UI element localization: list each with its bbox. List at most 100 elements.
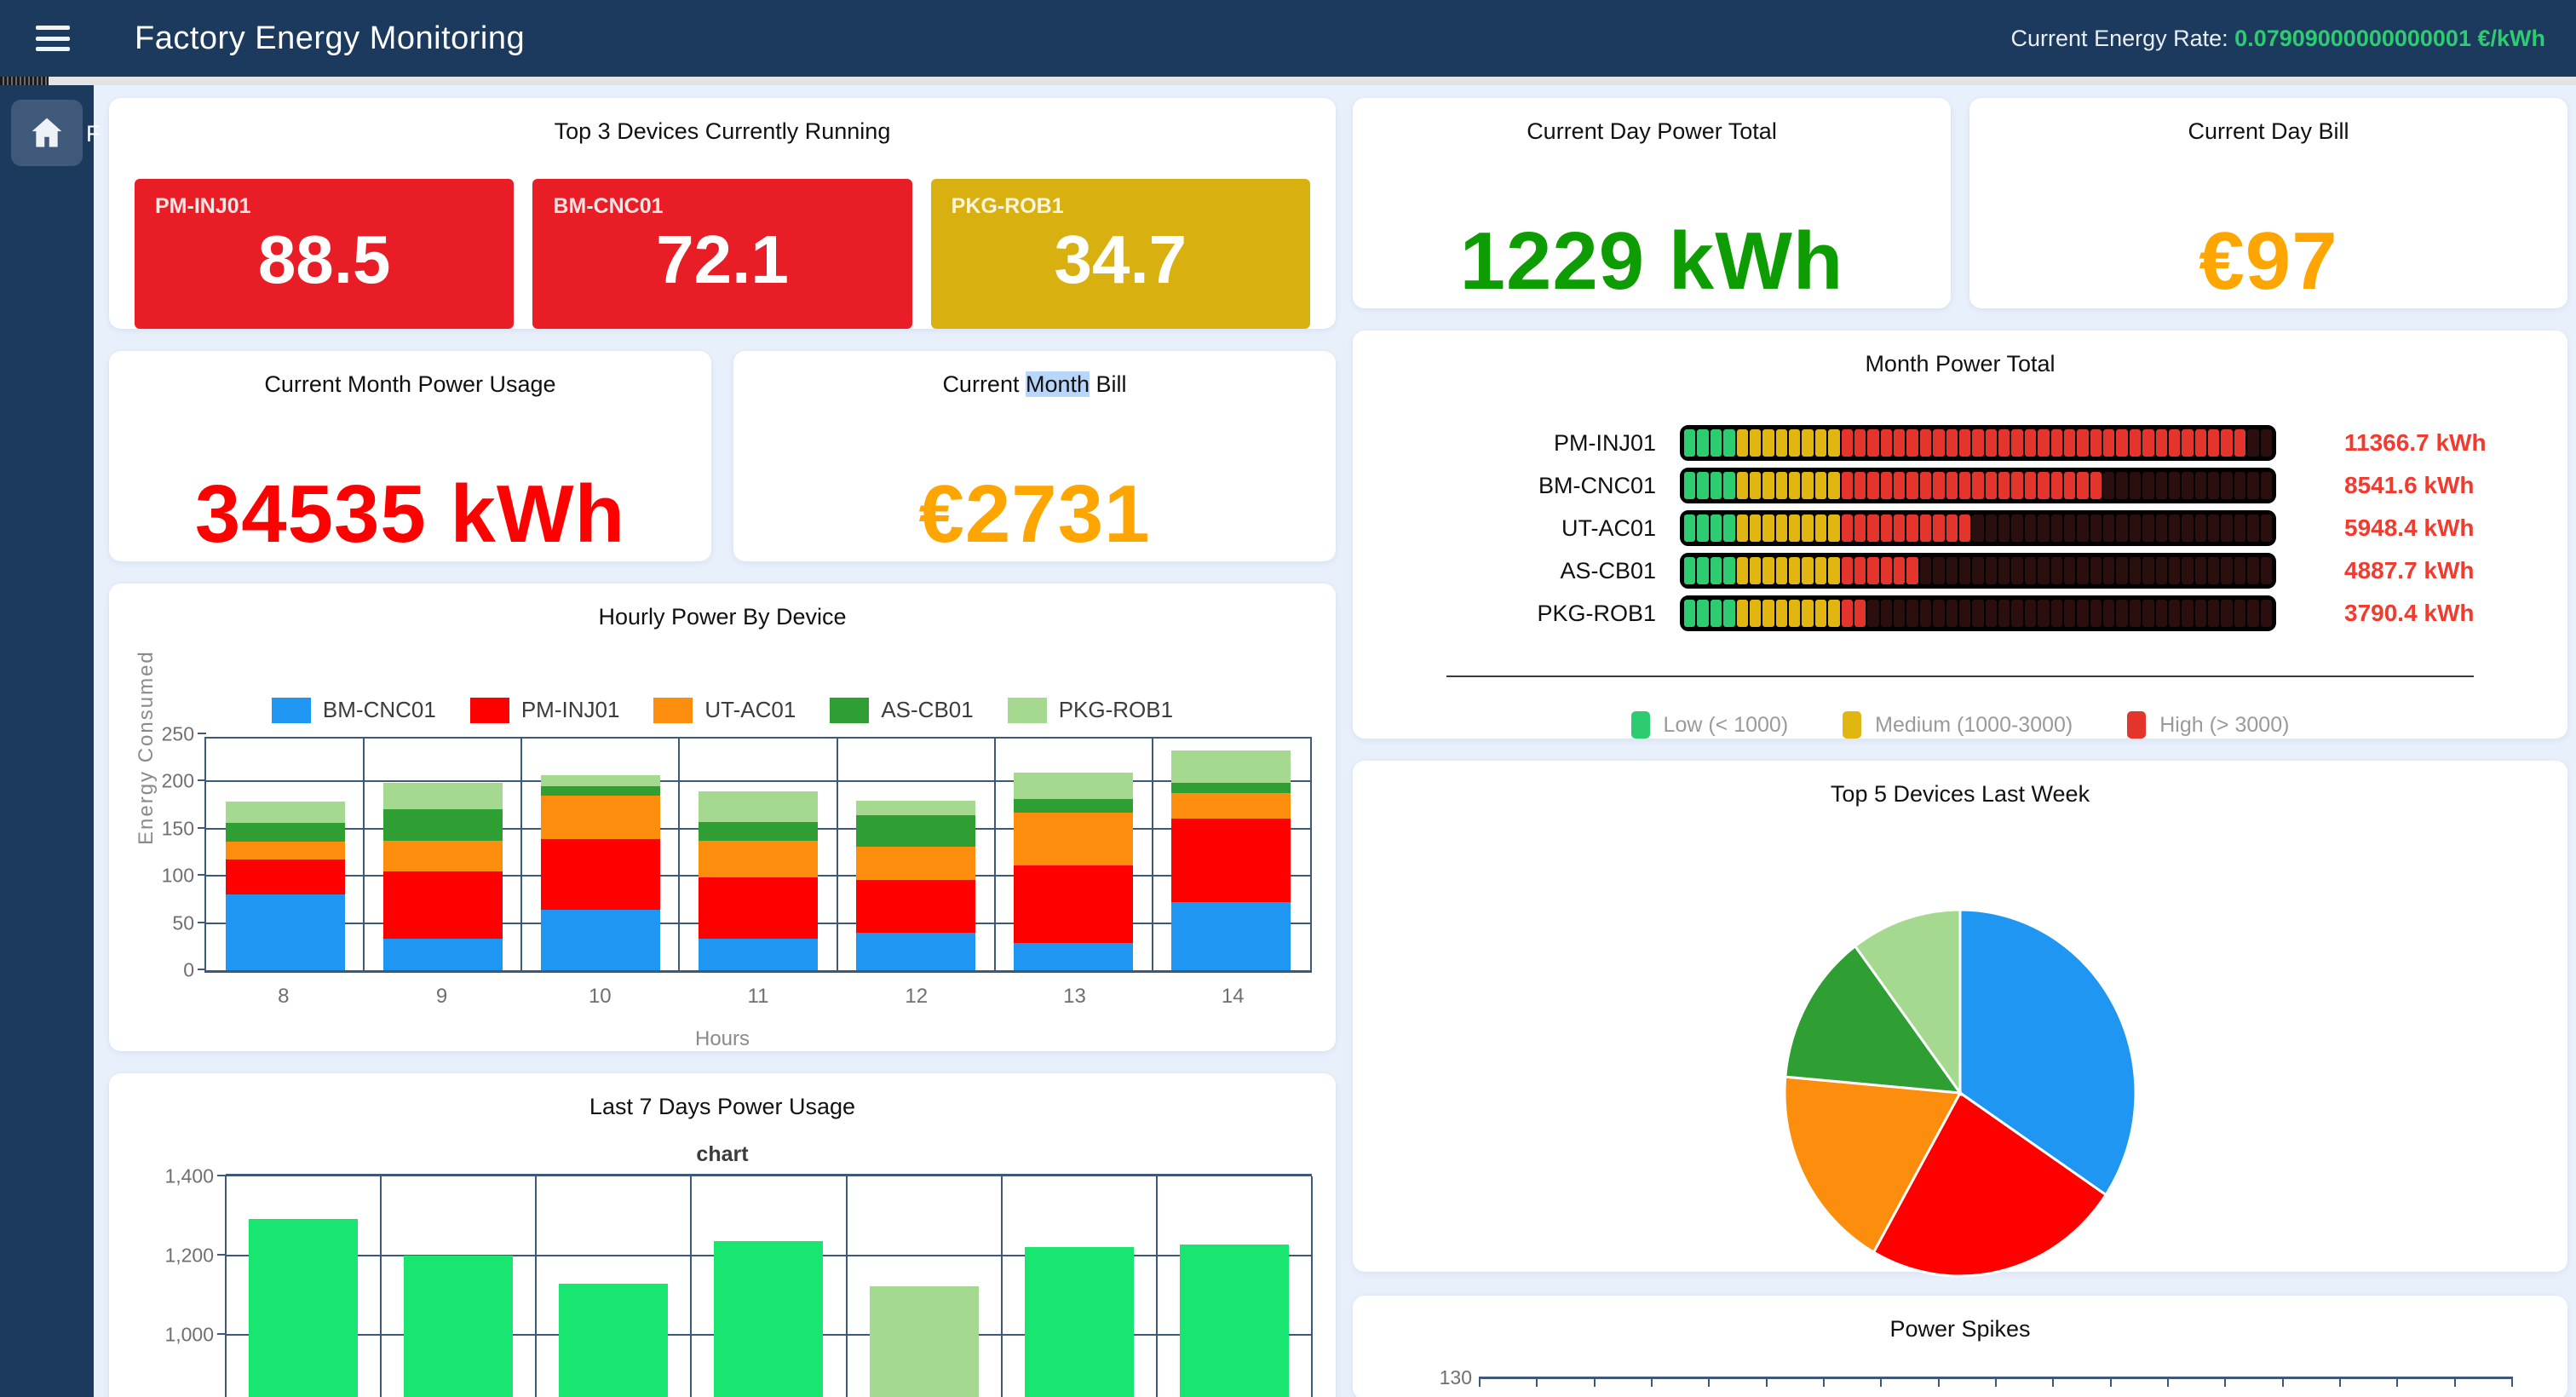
led-cell xyxy=(1946,557,1958,584)
led-cell xyxy=(2130,429,2141,457)
horizontal-scrollbar[interactable] xyxy=(0,77,2576,85)
bar-column xyxy=(995,739,1153,970)
x-tick xyxy=(1708,1378,1710,1387)
device-kwh-value: 8541.6 kWh xyxy=(2344,472,2475,499)
led-cell xyxy=(1920,515,1931,542)
bar-segment-PM-INJ01 xyxy=(856,880,975,933)
led-cell xyxy=(1986,515,1997,542)
led-cell xyxy=(1697,515,1708,542)
legend-swatch xyxy=(2127,711,2146,739)
led-cell xyxy=(2142,557,2153,584)
led-cell xyxy=(1750,429,1761,457)
y-tick-label: 250 xyxy=(162,723,194,746)
led-cell xyxy=(1867,600,1878,627)
led-cell xyxy=(2208,472,2219,499)
hamburger-menu-icon[interactable] xyxy=(36,26,70,51)
led-cell xyxy=(2208,429,2219,457)
led-cell xyxy=(2116,557,2127,584)
scrollbar-thumb[interactable] xyxy=(0,77,49,85)
x-tick xyxy=(2339,1378,2341,1387)
led-cell xyxy=(2038,515,2049,542)
bar-column xyxy=(837,739,995,970)
bar-segment-PKG-ROB1 xyxy=(383,783,503,809)
month-total-legend: Low (< 1000)Medium (1000-3000)High (> 30… xyxy=(1353,711,2567,739)
hourly-y-axis-title: Energy Consumed xyxy=(135,651,158,846)
divider xyxy=(1446,676,2474,677)
led-cell xyxy=(2038,600,2049,627)
bar-segment-PM-INJ01 xyxy=(1014,865,1133,943)
led-cell xyxy=(1815,515,1826,542)
bar-segment-AS-CB01 xyxy=(541,786,660,796)
last7-chart-plot: 1,4001,2001,000 xyxy=(226,1174,1312,1397)
legend-label: Medium (1000-3000) xyxy=(1875,713,2073,738)
led-cell xyxy=(1802,472,1813,499)
stacked-bar xyxy=(226,802,345,970)
bar-segment-PKG-ROB1 xyxy=(856,801,975,816)
led-cell xyxy=(1906,557,1918,584)
led-cell xyxy=(1959,429,1970,457)
led-cell xyxy=(2247,600,2258,627)
led-cell xyxy=(2247,472,2258,499)
led-cell xyxy=(1933,515,1944,542)
sidebar-home-button[interactable] xyxy=(11,100,83,166)
led-cell xyxy=(2011,429,2022,457)
led-cell xyxy=(2221,515,2232,542)
legend-swatch xyxy=(272,698,311,723)
selected-text: Month xyxy=(1026,371,1090,397)
led-cell xyxy=(1959,600,1970,627)
x-tick xyxy=(1479,1378,1481,1387)
energy-rate-value: 0.07909000000000001 €/kWh xyxy=(2234,26,2545,51)
led-cell xyxy=(2130,600,2141,627)
bar-column xyxy=(1153,739,1310,970)
led-cell xyxy=(2182,472,2193,499)
led-cell xyxy=(1946,472,1958,499)
led-cell xyxy=(1828,429,1839,457)
led-cell xyxy=(2011,557,2022,584)
led-cell xyxy=(2103,515,2114,542)
led-cell xyxy=(2116,600,2127,627)
y-tick-label: 1,400 xyxy=(164,1165,214,1188)
card-title: Top 3 Devices Currently Running xyxy=(109,98,1336,145)
x-tick xyxy=(2167,1378,2169,1387)
legend-item: Medium (1000-3000) xyxy=(1843,711,2073,739)
y-tick-label: 50 xyxy=(172,911,194,934)
led-cell xyxy=(2208,515,2219,542)
led-cell xyxy=(1828,472,1839,499)
bar-segment-BM-CNC01 xyxy=(383,939,503,970)
card-title: Power Spikes xyxy=(1353,1296,2567,1342)
led-cell xyxy=(2142,429,2153,457)
usage-bar xyxy=(404,1256,513,1397)
led-cell xyxy=(1933,557,1944,584)
led-cell xyxy=(1723,515,1734,542)
led-bar xyxy=(1680,425,2276,461)
card-top3-devices: Top 3 Devices Currently Running PM-INJ01… xyxy=(109,98,1336,329)
energy-rate-label: Current Energy Rate: xyxy=(2011,26,2228,51)
led-cell xyxy=(1986,557,1997,584)
led-cell xyxy=(2169,557,2180,584)
y-tick-label: 150 xyxy=(162,817,194,840)
led-cell xyxy=(2261,515,2272,542)
bar-segment-PM-INJ01 xyxy=(699,877,818,939)
led-cell xyxy=(2156,600,2167,627)
card-title: Month Power Total xyxy=(1353,331,2567,377)
led-cell xyxy=(2156,429,2167,457)
led-cell xyxy=(1959,472,1970,499)
bar-segment-BM-CNC01 xyxy=(1171,902,1291,970)
device-label: PKG-ROB1 xyxy=(1353,601,1680,627)
led-cell xyxy=(1789,557,1800,584)
led-cell xyxy=(2247,429,2258,457)
device-tile-name: PM-INJ01 xyxy=(155,194,493,219)
bar-segment-PKG-ROB1 xyxy=(226,802,345,823)
led-cell xyxy=(1881,429,1892,457)
bar-segment-BM-CNC01 xyxy=(699,939,818,970)
led-cell xyxy=(1881,472,1892,499)
device-kwh-value: 4887.7 kWh xyxy=(2344,557,2475,584)
led-cell xyxy=(1828,600,1839,627)
led-bar-row: PKG-ROB13790.4 kWh xyxy=(1353,592,2567,635)
led-cell xyxy=(1986,429,1997,457)
led-cell xyxy=(1762,429,1774,457)
legend-item: AS-CB01 xyxy=(830,697,973,723)
led-cell xyxy=(1723,557,1734,584)
led-cell xyxy=(1711,557,1722,584)
x-tick-label: 11 xyxy=(679,985,837,1009)
